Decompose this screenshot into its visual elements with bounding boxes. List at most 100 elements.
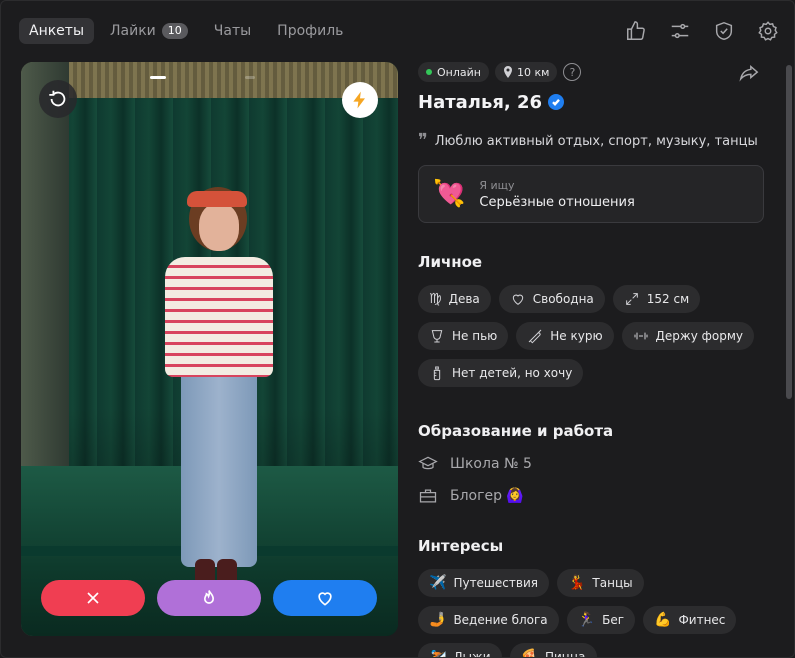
- tab-likes[interactable]: Лайки 10: [100, 18, 198, 44]
- chip-interest-pizza[interactable]: 🍕 Пицца: [509, 643, 597, 658]
- close-icon: [87, 592, 99, 604]
- chip-smoking: Не курю: [516, 322, 614, 350]
- chip-relationship-label: Свободна: [532, 292, 594, 306]
- chip-interest-fitness-label: Фитнес: [678, 613, 726, 627]
- interests-chips: ✈️ Путешествия 💃 Танцы 🤳 Ведение блога 🏃‍♀️…: [418, 569, 768, 658]
- education-list: Школа № 5 Блогер 🙆‍♀️: [418, 451, 780, 509]
- tab-chats[interactable]: Чаты: [204, 18, 261, 44]
- chip-fitness-label: Держу форму: [655, 329, 744, 343]
- tab-profiles-label: Анкеты: [29, 23, 85, 39]
- looking-for-value: Серьёзные отношения: [479, 194, 635, 210]
- tab-profiles[interactable]: Анкеты: [19, 18, 95, 44]
- flame-icon: [203, 590, 215, 604]
- glass-icon: [429, 328, 445, 344]
- dancer-icon: 💃: [567, 575, 586, 591]
- chip-interest-running[interactable]: 🏃‍♀️ Бег: [566, 606, 636, 634]
- online-status-label: Онлайн: [437, 65, 481, 79]
- chip-interest-dance[interactable]: 💃 Танцы: [556, 569, 644, 597]
- person-face: [199, 203, 239, 251]
- boost-button[interactable]: [342, 82, 378, 118]
- photo-indicator-2[interactable]: [245, 76, 255, 79]
- tab-profile-label: Профиль: [277, 23, 344, 39]
- about-text: ❞ Люблю активный отдых, спорт, музыку, т…: [418, 132, 780, 150]
- lightning-icon: [353, 91, 365, 109]
- curtain-fringe: [21, 62, 398, 98]
- undo-button[interactable]: [39, 80, 77, 118]
- chip-drinking-label: Не пью: [452, 329, 498, 343]
- dislike-button[interactable]: [41, 580, 145, 616]
- chip-height-label: 152 см: [646, 292, 690, 306]
- education-school-label: Школа № 5: [450, 456, 532, 472]
- heart-icon: [318, 592, 332, 606]
- chip-zodiac-label: Дева: [448, 292, 480, 306]
- person-headband: [187, 191, 247, 207]
- sliders-icon[interactable]: [668, 19, 692, 43]
- chip-interest-pizza-label: Пицца: [544, 650, 586, 658]
- photo-indicators: [150, 76, 258, 79]
- heart-arrow-icon: 💘: [433, 179, 466, 209]
- looking-for-card: 💘 Я ищу Серьёзные отношения: [418, 165, 764, 223]
- chip-zodiac: ♍ Дева: [418, 285, 491, 313]
- selfie-icon: 🤳: [429, 612, 447, 628]
- likes-count-badge: 10: [161, 23, 188, 39]
- online-status-badge: Онлайн: [418, 62, 489, 82]
- looking-for-label: Я ищу: [479, 178, 515, 192]
- airplane-icon: ✈️: [429, 575, 447, 591]
- dumbbell-icon: [633, 328, 649, 344]
- distance-label: 10 км: [516, 65, 550, 79]
- tab-chats-label: Чаты: [213, 23, 252, 39]
- help-icon[interactable]: ?: [563, 63, 582, 81]
- no-smoking-icon: [527, 328, 543, 344]
- chip-interest-ski-label: Лыжи: [453, 650, 491, 658]
- thumbs-up-icon[interactable]: [624, 19, 648, 43]
- interests-section-title: Интересы: [418, 537, 504, 555]
- baby-bottle-icon: [429, 365, 445, 381]
- profile-name: Наталья, 26: [418, 91, 543, 113]
- chip-interest-travel-label: Путешествия: [453, 576, 538, 590]
- share-button[interactable]: [738, 62, 762, 86]
- nav-tabs: Анкеты Лайки 10 Чаты Профиль: [19, 18, 359, 44]
- nav-actions: [604, 19, 780, 43]
- profile-person: [159, 187, 279, 636]
- shield-check-icon[interactable]: [712, 19, 736, 43]
- briefcase-icon: [419, 489, 437, 503]
- status-row: Онлайн 10 км ?: [418, 62, 780, 82]
- personal-chips: ♍ Дева Свободна 152 см Не пью Не курю Дер…: [418, 285, 768, 396]
- verified-icon: [548, 94, 565, 110]
- chip-interest-travel[interactable]: ✈️ Путешествия: [418, 569, 549, 597]
- chip-interest-ski[interactable]: ⛷️ Лыжи: [418, 643, 502, 658]
- chip-fitness: Держу форму: [621, 322, 755, 350]
- undo-icon: [49, 90, 66, 107]
- chip-interest-blog-label: Ведение блога: [453, 613, 548, 627]
- person-jeans: [181, 367, 257, 567]
- runner-icon: 🏃‍♀️: [577, 612, 596, 628]
- chip-kids-label: Нет детей, но хочу: [452, 366, 573, 380]
- tab-profile[interactable]: Профиль: [267, 18, 353, 44]
- distance-badge: 10 км: [494, 62, 558, 82]
- education-school: Школа № 5: [418, 451, 780, 477]
- like-button[interactable]: [273, 580, 377, 616]
- chip-height: 152 см: [612, 285, 701, 313]
- chip-interest-running-label: Бег: [602, 613, 625, 627]
- education-job: Блогер 🙆‍♀️: [418, 483, 780, 509]
- online-dot: [426, 69, 432, 75]
- profile-photo-card[interactable]: [21, 62, 398, 636]
- personal-section-title: Личное: [418, 253, 483, 271]
- chip-interest-fitness[interactable]: 💪 Фитнес: [643, 606, 737, 634]
- location-pin-icon: [503, 66, 517, 78]
- biceps-icon: 💪: [654, 612, 672, 628]
- app-window: Анкеты Лайки 10 Чаты Профиль Онлайн 10 к…: [0, 0, 795, 658]
- person-shirt: [165, 257, 273, 377]
- chip-kids: Нет детей, но хочу: [418, 359, 584, 387]
- chip-drinking: Не пью: [418, 322, 509, 350]
- superlike-button[interactable]: [157, 580, 261, 616]
- scrollbar[interactable]: [786, 65, 792, 399]
- top-nav: Анкеты Лайки 10 Чаты Профиль: [1, 1, 794, 61]
- chip-interest-blog[interactable]: 🤳 Ведение блога: [418, 606, 559, 634]
- chip-interest-dance-label: Танцы: [592, 576, 633, 590]
- graduation-cap-icon: [418, 456, 438, 470]
- heart-outline-icon: [510, 291, 526, 307]
- photo-indicator-1[interactable]: [150, 76, 166, 79]
- skier-icon: ⛷️: [429, 649, 447, 658]
- gear-icon[interactable]: [756, 19, 780, 43]
